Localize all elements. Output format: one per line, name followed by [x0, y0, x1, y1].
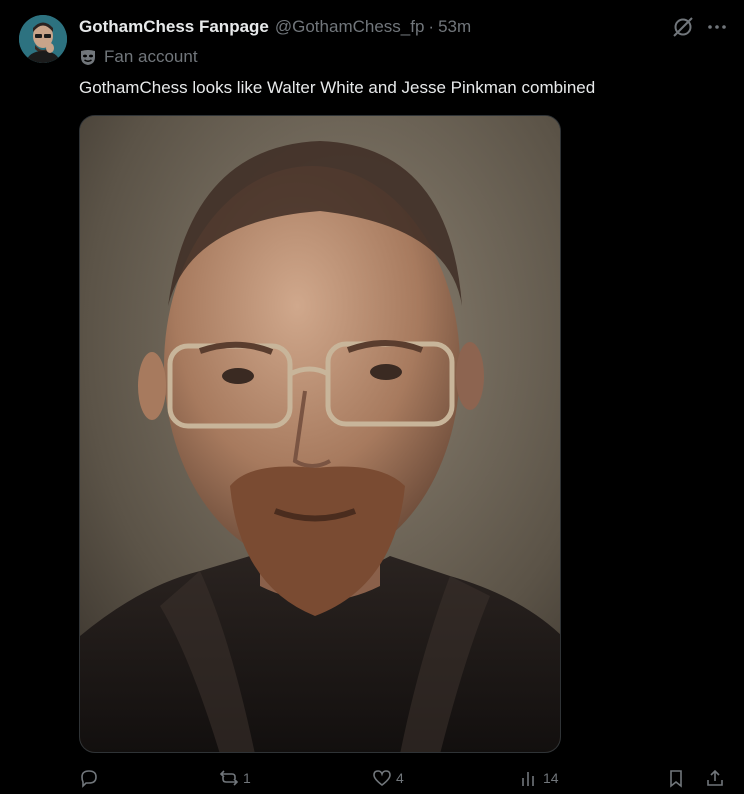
bookmark-icon [670, 770, 682, 788]
avatar[interactable] [19, 15, 67, 63]
display-name[interactable]: GothamChess Fanpage [79, 17, 269, 37]
like-count: 4 [396, 770, 404, 786]
tweet-actions: 1 4 14 [79, 768, 729, 794]
repost-icon [219, 770, 239, 786]
share-icon [707, 769, 723, 786]
reply-icon [81, 770, 97, 788]
mask-icon [79, 48, 97, 66]
repost-count: 1 [243, 770, 251, 786]
more-options-icon[interactable] [704, 14, 730, 40]
repost-button[interactable]: 1 [219, 768, 251, 788]
tweet-text: GothamChess looks like Walter White and … [79, 78, 596, 97]
share-button[interactable] [705, 768, 729, 788]
handle[interactable]: @GothamChess_fp [275, 17, 425, 37]
image-icon [80, 116, 560, 752]
affiliation-label: Fan account [79, 45, 198, 69]
affiliation-text: Fan account [104, 47, 198, 66]
views-icon [522, 772, 534, 786]
grok-icon[interactable] [670, 14, 696, 40]
tweet-header: GothamChess Fanpage @GothamChess_fp · 53… [79, 15, 471, 39]
tweet-image[interactable] [79, 115, 561, 753]
views-count: 14 [543, 770, 559, 786]
reply-button[interactable] [79, 768, 103, 788]
like-button[interactable]: 4 [372, 768, 404, 788]
views-button[interactable]: 14 [519, 768, 559, 788]
bookmark-button[interactable] [666, 768, 690, 788]
separator-dot: · [428, 17, 435, 36]
heart-icon [373, 770, 391, 787]
tweet[interactable]: GothamChess Fanpage @GothamChess_fp · 53… [0, 0, 744, 789]
timestamp[interactable]: 53m [438, 17, 471, 37]
tweet-top-actions [670, 14, 730, 40]
